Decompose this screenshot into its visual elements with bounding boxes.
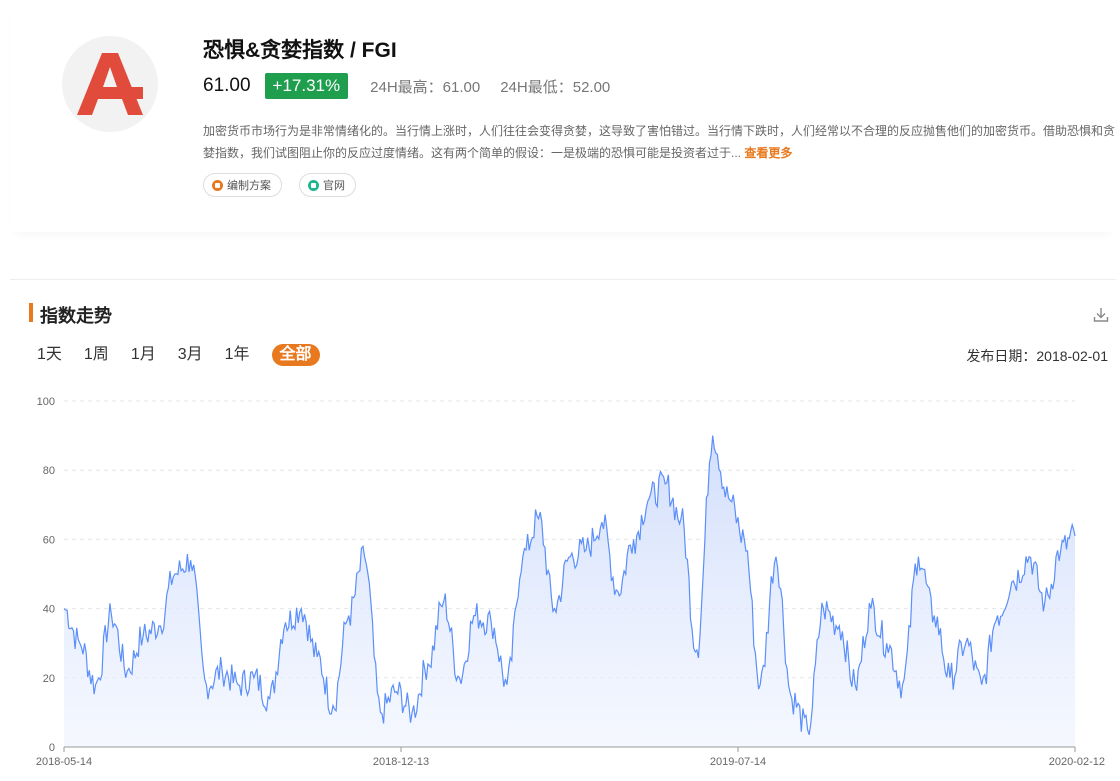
price-row: 61.00 +17.31% 24H最高：61.00 24H最低：52.00 xyxy=(203,71,630,101)
y-tick-label: 60 xyxy=(43,534,55,546)
high-24h: 24H最高：61.00 xyxy=(370,78,481,96)
globe-icon xyxy=(308,179,319,191)
range-3m[interactable]: 3月 xyxy=(178,344,203,366)
coin-header-card: 恐惧&贪婪指数 / FGI 61.00 +17.31% 24H最高：61.00 … xyxy=(10,0,1116,232)
section-title: 指数走势 xyxy=(40,306,112,326)
section-accent-bar xyxy=(29,303,33,322)
download-icon[interactable] xyxy=(1092,306,1110,324)
page-title: 恐惧&贪婪指数 / FGI xyxy=(203,39,397,62)
section-divider xyxy=(10,279,1116,280)
description-text: 加密货币市场行为是非常情绪化的。当行情上涨时，人们往往会变得贪婪，这导致了害怕错… xyxy=(203,124,1116,160)
y-tick-label: 20 xyxy=(43,673,55,685)
y-axis-labels: 0 20 40 60 80 100 xyxy=(37,396,55,754)
publish-date: 发布日期：2018-02-01 xyxy=(966,348,1108,364)
document-icon xyxy=(212,179,223,191)
y-tick-label: 80 xyxy=(43,465,55,477)
fgi-area-chart: 0 20 40 60 80 100 2018-05-14 2018-12-13 2019-07… xyxy=(36,396,1105,768)
y-tick-label: 100 xyxy=(37,396,55,408)
y-tick-label: 0 xyxy=(49,742,55,754)
range-1y[interactable]: 1年 xyxy=(225,344,250,366)
current-price: 61.00 xyxy=(203,75,251,96)
range-all[interactable]: 全部 xyxy=(271,344,320,366)
tag-website[interactable]: 官网 xyxy=(299,173,356,197)
tag-label: 编制方案 xyxy=(227,180,271,192)
x-tick-label: 2018-12-13 xyxy=(373,756,429,768)
change-badge: +17.31% xyxy=(264,73,349,99)
series-area xyxy=(64,435,1075,747)
x-tick-label: 2019-07-14 xyxy=(710,756,766,768)
fgi-logo xyxy=(62,36,158,132)
x-axis-labels: 2018-05-14 2018-12-13 2019-07-14 2020-02-12 xyxy=(36,747,1105,768)
low-24h: 24H最低：52.00 xyxy=(500,78,611,96)
tag-label: 官网 xyxy=(323,180,345,192)
range-selector: 1天 1周 1月 3月 1年 全部 xyxy=(37,344,342,366)
letter-a-logo-icon xyxy=(77,53,143,115)
x-tick-label: 2018-05-14 xyxy=(36,756,92,768)
see-more-link[interactable]: 查看更多 xyxy=(744,146,792,160)
tag-methodology[interactable]: 编制方案 xyxy=(203,173,282,197)
y-tick-label: 40 xyxy=(43,604,55,616)
range-1d[interactable]: 1天 xyxy=(37,344,62,366)
description: 加密货币市场行为是非常情绪化的。当行情上涨时，人们往往会变得贪婪，这导致了害怕错… xyxy=(203,120,1120,164)
x-tick-label: 2020-02-12 xyxy=(1049,756,1105,768)
tag-list: 编制方案 官网 xyxy=(203,173,356,197)
range-1m[interactable]: 1月 xyxy=(131,344,156,366)
range-1w[interactable]: 1周 xyxy=(84,344,109,366)
